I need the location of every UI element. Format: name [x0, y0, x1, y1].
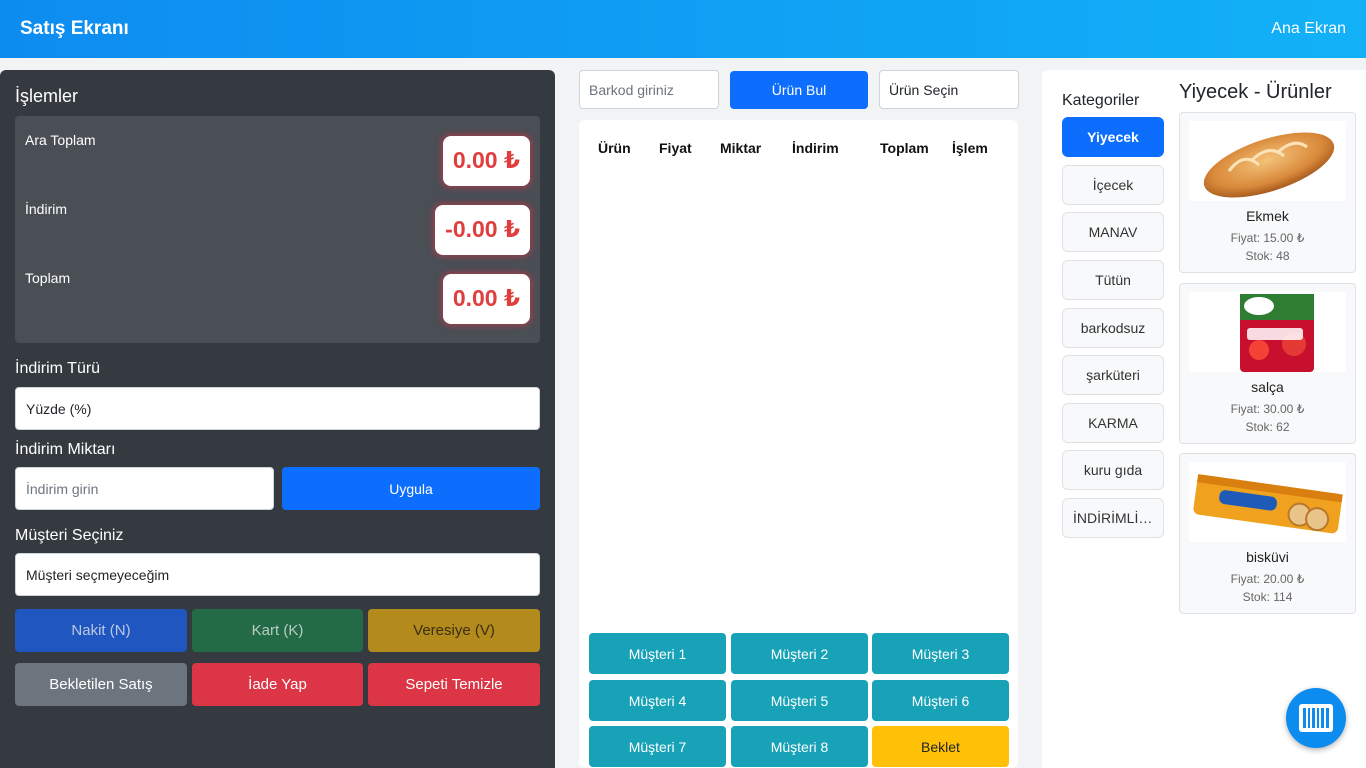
product-price: Fiyat: 15.00 ₺ [1230, 231, 1305, 245]
operations-title: İşlemler [15, 86, 79, 106]
discount-value: -0.00 ₺ [435, 205, 530, 255]
total-value: 0.00 ₺ [442, 274, 530, 324]
totals-box: Ara Toplam 0.00 ₺ İndirim -0.00 ₺ Toplam… [15, 116, 540, 343]
operations-panel: İşlemler Ara Toplam 0.00 ₺ İndirim -0.00… [0, 70, 555, 768]
product-name: salça [1251, 379, 1284, 395]
category-manav[interactable]: MANAV [1062, 212, 1164, 252]
product-stock: Stok: 48 [1245, 249, 1290, 263]
customer-6-button[interactable]: Müşteri 6 [872, 680, 1009, 721]
biscuit-image [1189, 462, 1346, 542]
column-header: İndirim [792, 140, 839, 156]
category-label: İNDİRİMLİ ÜRÜNLER [1073, 510, 1155, 526]
top-navbar: Satış Ekranı Ana Ekran [0, 0, 1366, 58]
hold-button[interactable]: Beklet [872, 726, 1009, 767]
subtotal-value: 0.00 ₺ [442, 136, 530, 186]
cash-payment-button[interactable]: Nakit (N) [15, 609, 187, 652]
categories-title: Kategoriler [1062, 92, 1140, 109]
column-header: Miktar [720, 140, 762, 156]
product-stock: Stok: 114 [1242, 590, 1293, 604]
total-label: Toplam [25, 270, 71, 286]
customer-1-button[interactable]: Müşteri 1 [589, 633, 726, 674]
product-price: Fiyat: 30.00 ₺ [1230, 402, 1305, 416]
apply-discount-button[interactable]: Uygula [282, 467, 540, 510]
customer-7-button[interactable]: Müşteri 7 [589, 726, 726, 767]
customer-select[interactable]: Müşteri seçmeyeceğim [15, 553, 540, 596]
category-barkodsuz[interactable]: barkodsuz [1062, 308, 1164, 348]
customer-4-button[interactable]: Müşteri 4 [589, 680, 726, 721]
category-tutun[interactable]: Tütün [1062, 260, 1164, 300]
products-title: Yiyecek - Ürünler [1179, 81, 1332, 103]
customer-3-button[interactable]: Müşteri 3 [872, 633, 1009, 674]
customer-2-button[interactable]: Müşteri 2 [731, 633, 868, 674]
product-name: Ekmek [1246, 208, 1289, 224]
category-icecek[interactable]: İçecek [1062, 165, 1164, 205]
column-header: İşlem [952, 140, 988, 156]
product-price: Fiyat: 20.00 ₺ [1230, 572, 1305, 586]
card-payment-button[interactable]: Kart (K) [192, 609, 363, 652]
product-card-ekmek[interactable]: Ekmek Fiyat: 15.00 ₺ Stok: 48 [1179, 112, 1356, 273]
customer-select-label: Müşteri Seçiniz [15, 527, 124, 544]
discount-type-label: İndirim Türü [15, 360, 101, 377]
product-select[interactable]: Ürün Seçin [879, 70, 1019, 109]
tomato-paste-image [1189, 292, 1346, 372]
customer-5-button[interactable]: Müşteri 5 [731, 680, 868, 721]
product-card-salca[interactable]: salça Fiyat: 30.00 ₺ Stok: 62 [1179, 283, 1356, 444]
product-card-biskuvi[interactable]: bisküvi Fiyat: 20.00 ₺ Stok: 114 [1179, 453, 1356, 614]
discount-amount-input[interactable]: İndirim girin [15, 467, 274, 510]
discount-type-select[interactable]: Yüzde (%) [15, 387, 540, 430]
page-title: Satış Ekranı [20, 18, 129, 39]
category-kuru-gida[interactable]: kuru gıda [1062, 450, 1164, 490]
category-indirimli[interactable]: İNDİRİMLİ ÜRÜNLER [1062, 498, 1164, 538]
product-name: bisküvi [1246, 549, 1289, 565]
category-yiyecek[interactable]: Yiyecek [1062, 117, 1164, 157]
category-karma[interactable]: KARMA [1062, 403, 1164, 443]
product-stock: Stok: 62 [1245, 420, 1290, 434]
bread-image [1189, 121, 1346, 201]
home-link[interactable]: Ana Ekran [1271, 20, 1346, 38]
cart-table: Ürün Fiyat Miktar İndirim Toplam İşlem M… [579, 120, 1018, 768]
held-sales-button[interactable]: Bekletilen Satış [15, 663, 187, 706]
refund-button[interactable]: İade Yap [192, 663, 363, 706]
barcode-icon [1299, 704, 1333, 732]
discount-label: İndirim [25, 201, 68, 217]
subtotal-label: Ara Toplam [25, 132, 96, 148]
column-header: Toplam [880, 140, 929, 156]
find-product-button[interactable]: Ürün Bul [730, 71, 868, 109]
barcode-scan-button[interactable] [1286, 688, 1346, 748]
barcode-input[interactable]: Barkod giriniz [579, 70, 719, 109]
category-sarkuteri[interactable]: şarküteri [1062, 355, 1164, 395]
column-header: Fiyat [659, 140, 692, 156]
column-header: Ürün [598, 140, 631, 156]
credit-payment-button[interactable]: Veresiye (V) [368, 609, 540, 652]
clear-cart-button[interactable]: Sepeti Temizle [368, 663, 540, 706]
products-panel: Kategoriler Yiyecek İçecek MANAV Tütün b… [1042, 70, 1366, 768]
customer-8-button[interactable]: Müşteri 8 [731, 726, 868, 767]
discount-amount-label: İndirim Miktarı [15, 441, 116, 458]
